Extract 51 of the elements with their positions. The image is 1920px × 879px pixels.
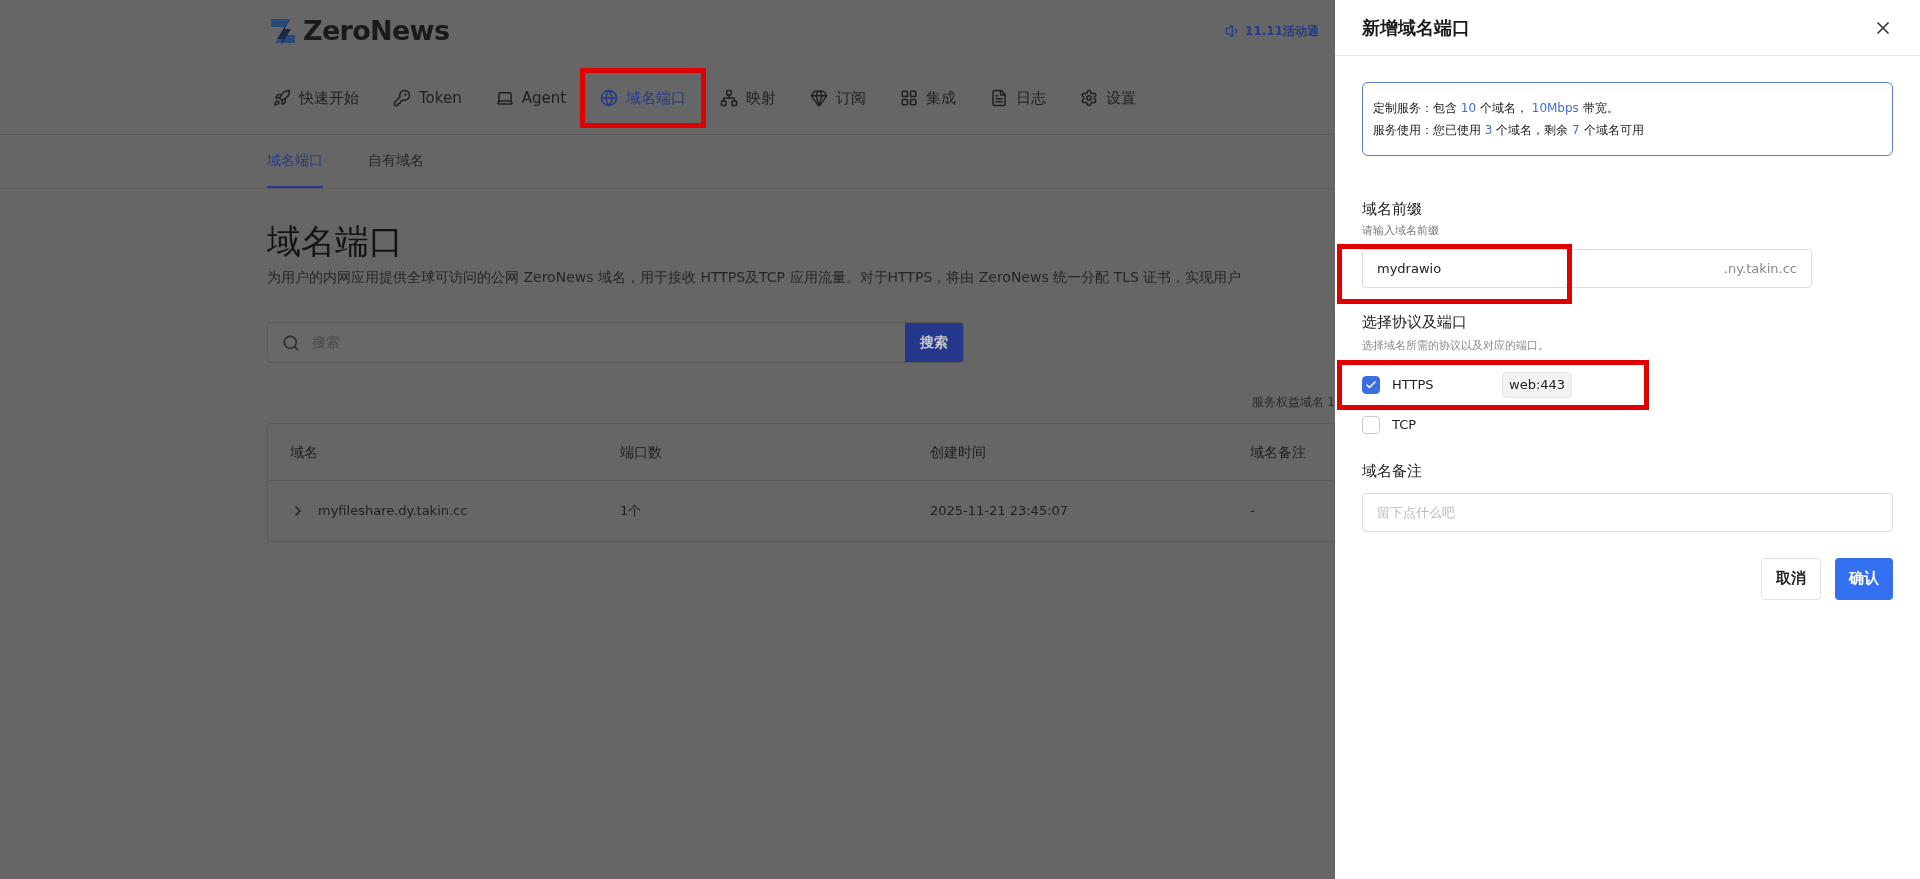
nav-tab[interactable]: Agent bbox=[489, 78, 573, 118]
settings-icon bbox=[1080, 89, 1099, 107]
remark-input[interactable]: 留下点什么吧 bbox=[1362, 492, 1893, 532]
gem-icon bbox=[810, 89, 829, 107]
nav-tab[interactable]: 设置 bbox=[1074, 78, 1143, 118]
column-header: 域名 bbox=[290, 442, 319, 462]
laptop-icon bbox=[495, 89, 514, 107]
cancel-button[interactable]: 取消 bbox=[1761, 557, 1821, 600]
sub-tab[interactable]: 自有域名 bbox=[368, 135, 424, 188]
document-icon bbox=[990, 89, 1009, 107]
prefix-input[interactable]: mydrawio bbox=[1377, 258, 1577, 279]
nav-tab[interactable]: 快速开始 bbox=[267, 78, 365, 118]
protocol-checkbox[interactable] bbox=[1362, 416, 1380, 434]
table-cell-text: myfileshare.dy.takin.cc bbox=[318, 502, 468, 521]
check-icon bbox=[1365, 379, 1377, 391]
confirm-button[interactable]: 确认 bbox=[1835, 557, 1893, 600]
nav-tab[interactable]: 集成 bbox=[894, 78, 963, 118]
network-icon bbox=[720, 89, 739, 107]
field-hint: 请输入域名前缀 bbox=[1362, 222, 1439, 239]
nav-tab[interactable]: Token bbox=[387, 78, 468, 118]
brand-name: ZeroNews bbox=[303, 13, 450, 48]
nav-tab[interactable]: 域名端口 bbox=[594, 78, 693, 118]
field-hint: 选择域名所需的协议以及对应的端口。 bbox=[1362, 337, 1549, 354]
field-label: 选择协议及端口 bbox=[1362, 312, 1468, 333]
search-icon bbox=[282, 333, 300, 352]
protocol-checkbox[interactable] bbox=[1362, 376, 1380, 394]
key-icon bbox=[393, 89, 411, 107]
column-header: 域名备注 bbox=[1250, 442, 1307, 462]
field-label: 域名备注 bbox=[1362, 461, 1423, 482]
table-cell-text: 1个 bbox=[620, 502, 643, 521]
search-button[interactable]: 搜索 bbox=[905, 323, 963, 362]
field-label: 域名前缀 bbox=[1362, 199, 1423, 220]
protocol-name: HTTPS bbox=[1392, 376, 1435, 395]
table-cell-text: - bbox=[1250, 502, 1256, 521]
protocol-name: TCP bbox=[1392, 416, 1418, 435]
announcement-text[interactable]: 11.11活动通 bbox=[1245, 22, 1319, 40]
nav-tab[interactable]: 映射 bbox=[714, 78, 783, 118]
column-header: 创建时间 bbox=[930, 442, 987, 462]
nav-tab[interactable]: 日志 bbox=[984, 78, 1053, 118]
page-title: 域名端口 bbox=[267, 220, 404, 263]
globe-icon bbox=[600, 89, 619, 107]
domain-suffix: .ny.takin.cc bbox=[1723, 259, 1797, 278]
rocket-icon bbox=[273, 89, 291, 107]
port-tag: web:443 bbox=[1502, 372, 1573, 398]
info-line: 服务使用：您已使用 3 个域名，剩余 7 个域名可用 bbox=[1373, 122, 1645, 139]
grid-icon bbox=[900, 89, 919, 107]
info-line: 定制服务：包含 10 个域名， 10Mbps 带宽。 bbox=[1373, 100, 1620, 117]
drawer-title: 新增域名端口 bbox=[1362, 16, 1470, 40]
page-description: 为用户的内网应用提供全球可访问的公网 ZeroNews 域名，用于接收 HTTPS及TCP 应用流量。对于HTTPS，将由 ZeroNews 统一分配 TLS 证书，实现用户 bbox=[267, 268, 1243, 287]
nav-tab[interactable]: 订阅 bbox=[804, 78, 873, 118]
table-cell-text: 2025-11-21 23:45:07 bbox=[930, 502, 1070, 521]
